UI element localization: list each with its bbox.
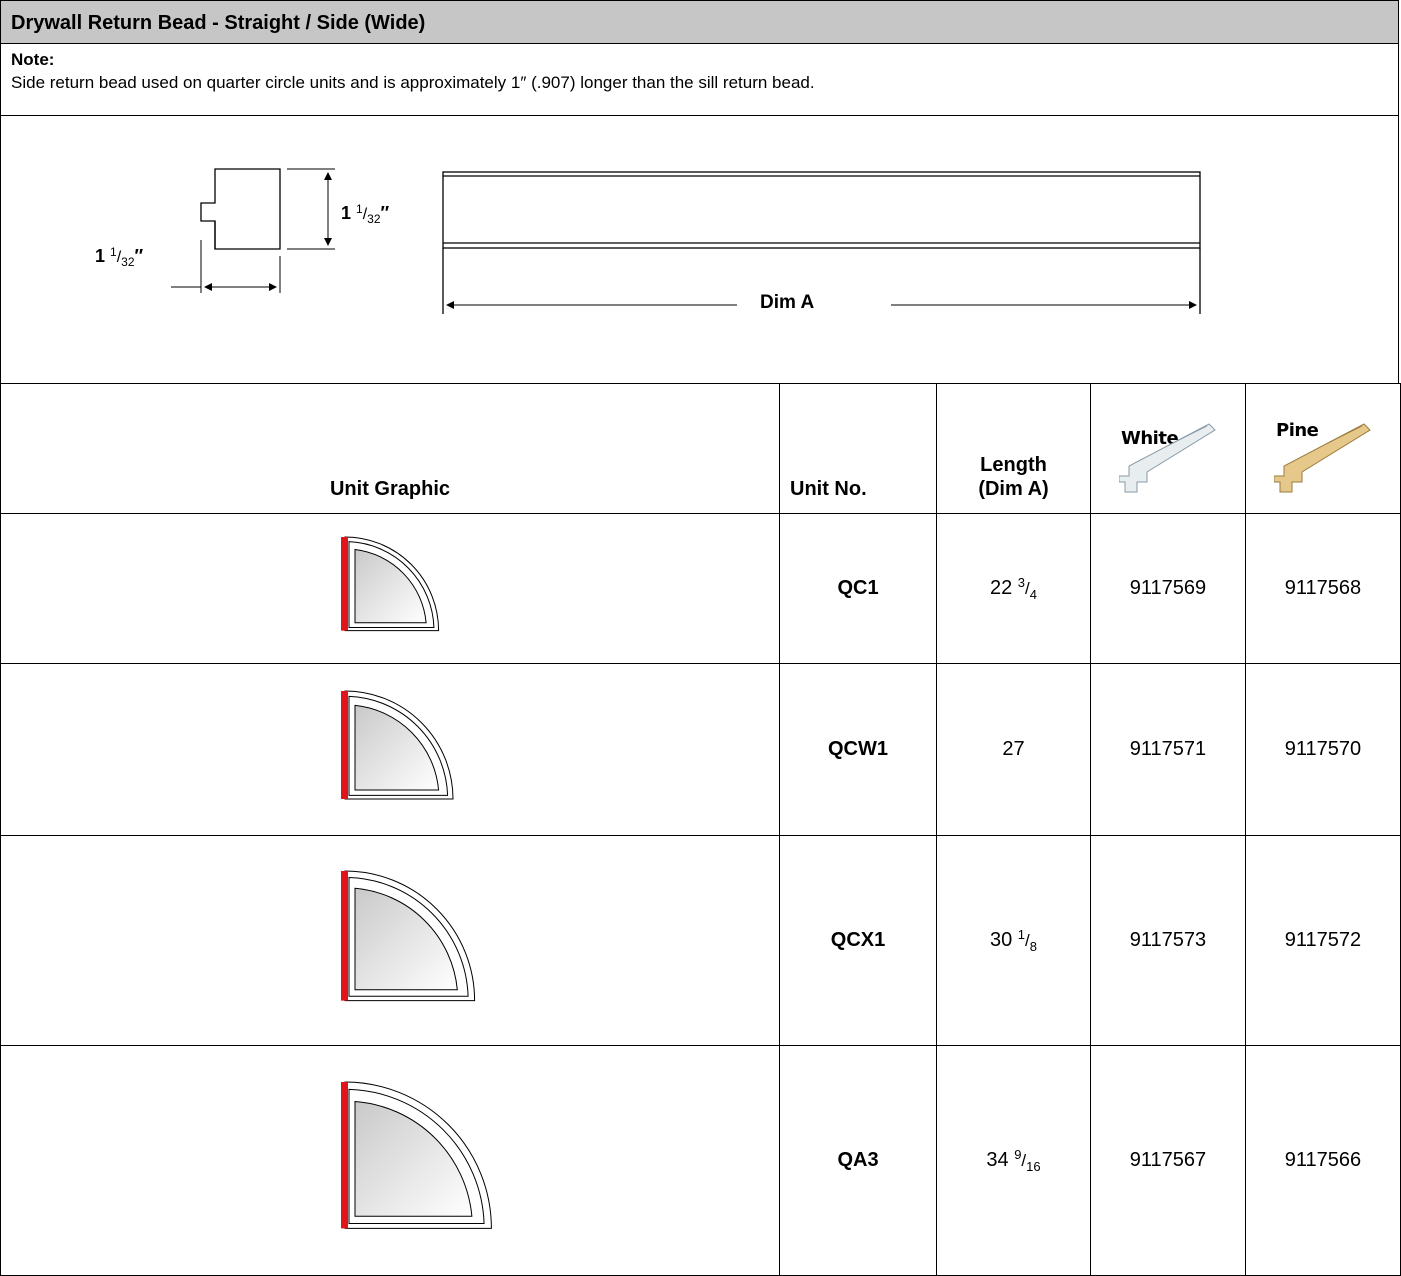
- unit-table: Unit Graphic Unit No. Length (Dim A) Whit…: [0, 383, 1401, 1276]
- col-header-length: Length (Dim A): [936, 383, 1091, 514]
- unit-no-cell: QC1: [779, 513, 937, 664]
- col-header-white: White: [1090, 383, 1246, 514]
- table-row: QA3 34 9/16 9117567 9117566: [0, 1045, 1401, 1276]
- unit-graphic-cell: [0, 663, 780, 836]
- length-whole: 34: [986, 1149, 1009, 1171]
- dim-a-label: Dim A: [760, 292, 815, 313]
- quarter-circle-graphic: [341, 870, 476, 1001]
- table-header-row: Unit Graphic Unit No. Length (Dim A) Whit…: [0, 383, 1401, 514]
- pine-part-no-cell: 9117570: [1245, 663, 1401, 836]
- length-denominator: 8: [1029, 939, 1037, 954]
- table-row: QC1 22 3/4 9117569 9117568: [0, 513, 1401, 664]
- pine-bead-icon: [1274, 423, 1371, 493]
- length-denominator: 16: [1026, 1159, 1041, 1174]
- col-header-graphic: Unit Graphic: [0, 383, 780, 514]
- height-dimension-label: 1 1/32″: [341, 202, 390, 226]
- quarter-circle-graphic: [341, 689, 454, 799]
- quarter-circle-graphic: [341, 1081, 492, 1230]
- width-dimension-label: 1 1/32″: [95, 245, 144, 269]
- white-part-no-cell: 9117567: [1090, 1045, 1246, 1276]
- length-cell: 22 3/4: [936, 513, 1091, 664]
- unit-no-cell: QCX1: [779, 835, 937, 1046]
- unit-graphic-cell: [0, 1045, 780, 1276]
- white-bead-icon: [1119, 423, 1216, 493]
- length-cell: 34 9/16: [936, 1045, 1091, 1276]
- spec-sheet: Drywall Return Bead - Straight / Side (W…: [0, 0, 1401, 1276]
- quarter-circle-graphic: [341, 536, 440, 631]
- height-dimension-line: [287, 168, 335, 250]
- note-label: Note:: [11, 50, 55, 69]
- length-whole: 27: [1002, 738, 1025, 760]
- col-header-unit-no: Unit No.: [779, 383, 937, 514]
- length-cell: 27: [936, 663, 1091, 836]
- length-cell: 30 1/8: [936, 835, 1091, 1046]
- white-part-no-cell: 9117569: [1090, 513, 1246, 664]
- length-whole: 30: [989, 929, 1013, 951]
- title-bar: Drywall Return Bead - Straight / Side (W…: [0, 0, 1399, 44]
- length-denominator: 4: [1029, 587, 1037, 602]
- unit-no-cell: QA3: [779, 1045, 937, 1276]
- white-part-no-cell: 9117571: [1090, 663, 1246, 836]
- table-row: QCX1 30 1/8 9117573 9117572: [0, 835, 1401, 1046]
- pine-part-no-cell: 9117566: [1245, 1045, 1401, 1276]
- length-numerator: 3: [1017, 575, 1026, 590]
- pine-part-no-cell: 9117572: [1245, 835, 1401, 1046]
- bead-side-view: [442, 171, 1201, 314]
- col-header-pine: Pine: [1245, 383, 1401, 514]
- unit-graphic-cell: [0, 513, 780, 664]
- profile-diagram: 1 1/32″ 1 1/32″: [0, 115, 1399, 384]
- unit-no-cell: QCW1: [779, 663, 937, 836]
- note-box: Note: Side return bead used on quarter c…: [0, 44, 1399, 115]
- page-title: Drywall Return Bead - Straight / Side (W…: [11, 12, 426, 34]
- unit-graphic-cell: [0, 835, 780, 1046]
- table-row: QCW1 27 9117571 9117570: [0, 663, 1401, 836]
- length-whole: 22: [989, 577, 1013, 599]
- pine-part-no-cell: 9117568: [1245, 513, 1401, 664]
- bead-drawing: [171, 168, 1201, 314]
- width-dimension-line: [171, 240, 281, 293]
- note-text: Side return bead used on quarter circle …: [11, 73, 815, 92]
- white-part-no-cell: 9117573: [1090, 835, 1246, 1046]
- cross-section-profile: [200, 168, 281, 250]
- length-numerator: 1: [1017, 927, 1026, 942]
